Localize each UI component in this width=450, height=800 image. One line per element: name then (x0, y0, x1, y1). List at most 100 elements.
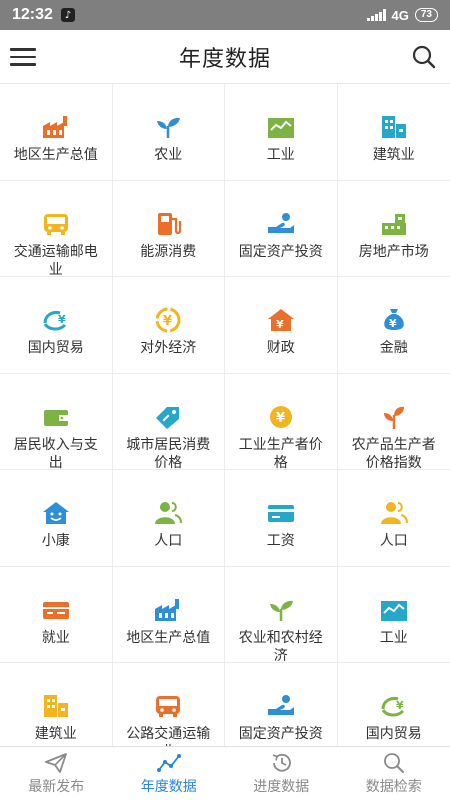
svg-text:¥: ¥ (389, 317, 397, 330)
category-label: 国内贸易 (365, 726, 422, 742)
category-label: 工业生产者价格 (238, 436, 323, 470)
category-item[interactable]: 固定资产投资 (225, 663, 338, 746)
category-label: 金融 (379, 340, 408, 356)
category-item[interactable]: ¥ 金融 (337, 277, 450, 374)
battery-icon: 73 (414, 8, 438, 22)
category-item[interactable]: ¥ 国内贸易 (0, 277, 113, 374)
category-item[interactable]: 交通运输邮电业 (0, 180, 113, 277)
tab-search[interactable]: 数据检索 (338, 747, 450, 800)
factory-icon (153, 597, 183, 623)
category-item[interactable]: ¥ 国内贸易 (338, 663, 450, 746)
category-item[interactable]: ¥ 工业生产者价格 (225, 373, 338, 470)
category-item[interactable]: ¥ 财政 (225, 277, 338, 374)
money-bag-icon: ¥ (379, 307, 409, 333)
yuan-trade-icon: ¥ (41, 307, 71, 333)
category-item[interactable]: ¥ 对外经济 (112, 277, 225, 374)
smile-house-icon (41, 500, 71, 526)
tab-line-chart[interactable]: 年度数据 (113, 747, 226, 800)
yuan-coin-icon: ¥ (266, 404, 296, 430)
tab-label: 最新发布 (28, 778, 85, 795)
category-item[interactable]: 农业 (112, 84, 225, 181)
category-item[interactable]: 建筑业 (0, 663, 113, 746)
category-item[interactable]: 公路交通运输业 (113, 663, 225, 746)
hand-investment-icon (266, 211, 296, 237)
category-label: 城市居民消费价格 (126, 436, 211, 470)
category-item[interactable]: 固定资产投资 (225, 180, 338, 277)
category-label: 农产品生产者价格指数 (351, 436, 436, 470)
category-item[interactable]: 农产品生产者价格指数 (337, 374, 450, 470)
category-label: 固定资产投资 (238, 726, 323, 742)
category-item[interactable]: 工资 (225, 470, 338, 567)
category-label: 居民收入与支出 (13, 436, 98, 470)
industry-chart-icon (379, 597, 409, 623)
category-label: 人口 (154, 533, 183, 549)
category-item[interactable]: 地区生产总值 (0, 84, 113, 181)
signal-icon (366, 9, 386, 21)
category-item[interactable]: 城市居民消费价格 (112, 373, 225, 470)
category-label: 对外经济 (140, 340, 197, 356)
svg-text:¥: ¥ (163, 314, 172, 329)
category-item[interactable]: 小康 (0, 470, 113, 567)
category-item[interactable]: 工业 (225, 84, 338, 181)
page-title: 年度数据 (178, 46, 271, 72)
status-time: 12:32 (12, 6, 53, 23)
category-label: 房地产市场 (358, 243, 429, 260)
sprout-icon (266, 597, 296, 623)
svg-text:¥: ¥ (58, 313, 66, 326)
category-item[interactable]: 人口 (112, 470, 225, 567)
category-grid: 地区生产总值 农业 工业 建筑业 交通运输邮电业 能源消费 固定资产投资 房地产市场 ¥ 国内贸易… (0, 84, 450, 746)
category-item[interactable]: 地区生产总值 (112, 566, 225, 663)
category-label: 能源消费 (140, 243, 197, 260)
category-label: 人口 (379, 533, 408, 549)
category-label: 地区生产总值 (13, 147, 98, 163)
category-label: 固定资产投资 (238, 243, 323, 260)
sprout-icon (153, 114, 183, 140)
category-label: 工资 (266, 533, 295, 549)
category-label: 交通运输邮电业 (13, 243, 98, 277)
svg-text:¥: ¥ (396, 699, 404, 712)
tab-paper-plane[interactable]: 最新发布 (0, 747, 113, 800)
search-button[interactable] (410, 43, 438, 71)
category-label: 农业和农村经济 (238, 629, 323, 663)
category-label: 建筑业 (372, 147, 415, 163)
category-item[interactable]: 人口 (337, 470, 450, 567)
search-icon (382, 752, 406, 774)
yuan-exchange-icon: ¥ (153, 307, 183, 333)
category-label: 公路交通运输业 (126, 726, 211, 746)
category-item[interactable]: 工业 (337, 567, 450, 663)
category-item[interactable]: 就业 (0, 566, 113, 663)
tab-history[interactable]: 进度数据 (225, 747, 338, 800)
svg-text:¥: ¥ (276, 411, 285, 426)
paper-plane-icon (44, 752, 68, 774)
tiktok-notification-icon: ♪ (60, 8, 75, 22)
card-icon (266, 500, 296, 526)
category-item[interactable]: 居民收入与支出 (0, 373, 113, 470)
fuel-pump-icon (153, 211, 183, 237)
people-icon (379, 500, 409, 526)
category-label: 就业 (41, 629, 70, 646)
bottom-tab-bar: 最新发布 年度数据 进度数据 数据检索 (0, 746, 450, 800)
bus-icon (41, 211, 71, 237)
line-chart-icon (156, 752, 181, 774)
employment-card-icon (41, 597, 71, 623)
price-tag-icon (153, 404, 183, 430)
category-label: 工业 (379, 629, 408, 646)
menu-button[interactable] (10, 44, 36, 70)
status-right: 4G 73 (366, 7, 438, 23)
category-label: 国内贸易 (27, 340, 84, 356)
category-label: 地区生产总值 (126, 629, 211, 646)
wallet-icon (41, 404, 71, 430)
category-label: 财政 (266, 340, 295, 356)
building-icon (379, 114, 409, 140)
category-label: 小康 (41, 533, 70, 549)
hand-investment-icon (266, 693, 296, 719)
category-item[interactable]: 农业和农村经济 (225, 566, 338, 663)
real-estate-icon (379, 211, 409, 237)
category-item[interactable]: 房地产市场 (337, 181, 450, 277)
category-item[interactable]: 能源消费 (112, 180, 225, 277)
category-item[interactable]: 建筑业 (337, 84, 450, 181)
tab-label: 数据检索 (365, 778, 422, 795)
network-type: 4G (391, 7, 409, 23)
menu-icon-bar (10, 48, 36, 51)
svg-text:¥: ¥ (276, 318, 284, 331)
